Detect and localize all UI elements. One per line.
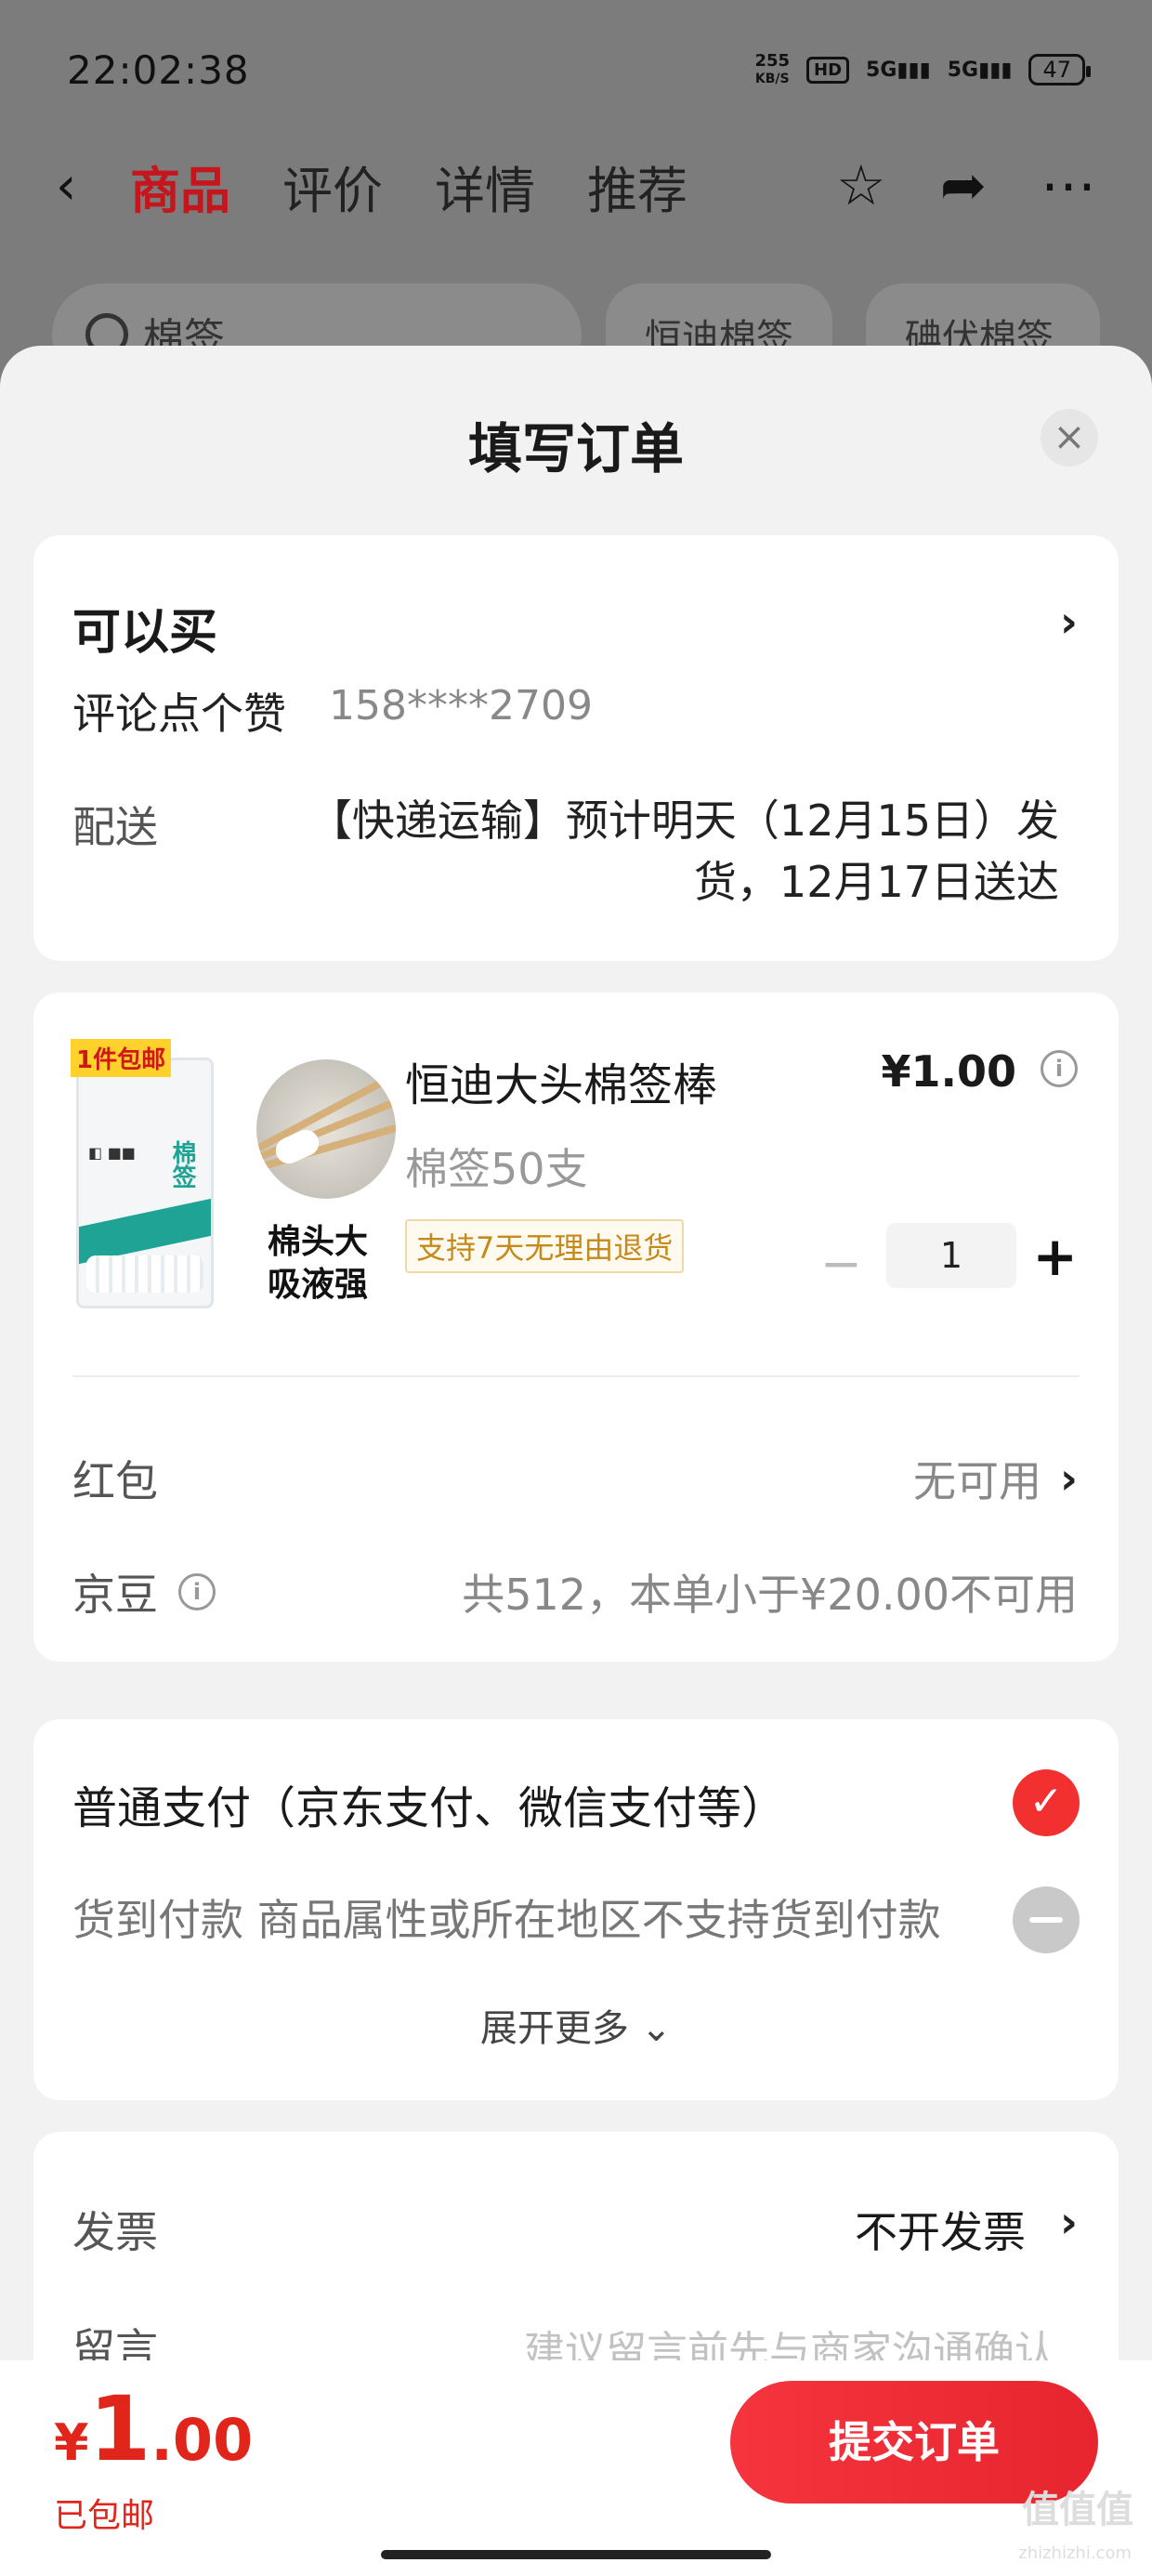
home-indicator[interactable] [381, 2550, 771, 2559]
tab-reviews[interactable]: 评价 [282, 150, 383, 223]
jingdou-label: 京豆 [72, 1570, 158, 1620]
tab-details[interactable]: 详情 [435, 150, 535, 223]
total-integer: 1 [88, 2377, 151, 2481]
speed-value: 255 [754, 50, 791, 71]
checkout-bar: ¥1.00 已包邮 提交订单 值值值 zhizhizhi.com [0, 2360, 1152, 2576]
signal1-label: 5G [866, 58, 897, 82]
order-total: ¥1.00 [54, 2377, 253, 2481]
redpacket-value: 无可用 [913, 1456, 1042, 1506]
chevron-right-icon[interactable]: › [1060, 2197, 1078, 2247]
quantity-value[interactable]: 1 [886, 1223, 1016, 1288]
signal2-label: 5G [947, 58, 979, 82]
image-caption: 棉头大 吸液强 [268, 1221, 368, 1307]
share-icon[interactable]: ➦ [940, 153, 987, 218]
divider [72, 1375, 1080, 1377]
currency-symbol: ¥ [54, 2413, 89, 2472]
product-price: ¥1.00 [881, 1046, 1016, 1097]
network-speed: 255 KB/S [754, 50, 791, 87]
top-nav: ‹ 商品 评价 详情 推荐 ☆ ➦ ⋯ [0, 139, 1152, 232]
package-stripe [79, 1198, 211, 1265]
order-sheet: 填写订单 × 可以买 › 评论点个赞 158****2709 配送 【快递运输】… [0, 346, 1152, 2576]
payment-option-normal[interactable]: 普通支付（京东支付、微信支付等） [72, 1771, 786, 1836]
free-shipping-badge: 1件包邮 [71, 1039, 172, 1077]
clock: 22:02:38 [67, 46, 250, 93]
close-button[interactable]: × [1041, 409, 1098, 467]
info-icon[interactable]: i [1041, 1050, 1078, 1087]
quantity-increase-button[interactable]: + [1032, 1225, 1078, 1288]
recipient-phone: 158****2709 [329, 682, 593, 729]
watermark: 值值值 [1022, 2489, 1133, 2531]
delivery-label: 配送 [72, 802, 158, 852]
info-icon[interactable]: i [178, 1573, 216, 1610]
chevron-right-icon: › [1060, 1453, 1078, 1504]
check-icon[interactable]: ✓ [1013, 1769, 1080, 1836]
more-icon[interactable]: ⋯ [1041, 153, 1096, 218]
sheet-title: 填写订单 [467, 417, 684, 480]
chevron-right-icon: › [1060, 597, 1078, 647]
address-card[interactable]: 可以买 › 评论点个赞 158****2709 配送 【快递运输】预计明天（12… [33, 535, 1119, 961]
quantity-decrease-button[interactable]: − [820, 1234, 862, 1293]
payment-card: 普通支付（京东支付、微信支付等） ✓ 货到付款 商品属性或所在地区不支持货到付款… [33, 1719, 1119, 2100]
star-icon[interactable]: ☆ [836, 153, 886, 218]
signal-icon: 5G▮▮▮ [866, 58, 931, 82]
watermark-url: zhizhizhi.com [1018, 2543, 1132, 2563]
image-caption-line2: 吸液强 [268, 1266, 369, 1304]
package-cotton [86, 1255, 203, 1293]
swab-closeup [256, 1059, 396, 1199]
return-policy-tag: 支持7天无理由退货 [405, 1219, 685, 1273]
invoice-label: 发票 [72, 2207, 158, 2257]
status-icons: 255 KB/S HD 5G▮▮▮ 5G▮▮▮ 47 [754, 50, 1091, 87]
disabled-icon [1013, 1886, 1080, 1953]
recipient-address: 评论点个赞 [72, 689, 286, 739]
nav-actions: ☆ ➦ ⋯ [836, 153, 1096, 218]
payment-option-cod: 货到付款 商品属性或所在地区不支持货到付款 [72, 1895, 941, 1945]
package-illustration: ◧ ■■ 棉签 [76, 1058, 214, 1308]
delivery-text: 【快递运输】预计明天（12月15日）发货，12月17日送达 [308, 795, 1059, 907]
package-brand: 棉签 [168, 1140, 196, 1189]
total-decimal: .00 [151, 2406, 254, 2474]
product-image: ◧ ■■ 棉签 1件包邮 棉头大 吸液强 [71, 1039, 405, 1318]
expand-more-button[interactable]: 展开更多 ⌄ [33, 1998, 1119, 2052]
invoice-value[interactable]: 不开发票 [855, 2199, 1026, 2260]
jingdou-value: 共512，本单小于¥20.00不可用 [462, 1570, 1078, 1620]
battery-icon: 47 [1028, 54, 1091, 85]
back-icon[interactable]: ‹ [56, 156, 130, 217]
speed-unit: KB/S [754, 71, 790, 86]
signal-icon-2: 5G▮▮▮ [947, 58, 1013, 82]
product-spec: 棉签50支 [405, 1144, 588, 1194]
hd-icon: HD [806, 56, 850, 84]
jingdou-row: 京豆 i 共512，本单小于¥20.00不可用 [72, 1561, 1078, 1623]
product-title[interactable]: 恒迪大头棉签棒 [405, 1048, 717, 1113]
shipping-note: 已包邮 [54, 2497, 155, 2535]
status-bar: 22:02:38 255 KB/S HD 5G▮▮▮ 5G▮▮▮ 47 [0, 0, 1152, 139]
package-logo: ◧ ■■ [88, 1144, 136, 1162]
recipient-name: 可以买 [72, 605, 218, 661]
redpacket-row[interactable]: 红包 无可用 › [72, 1448, 1078, 1509]
image-caption-line1: 棉头大 [268, 1223, 369, 1261]
tab-goods[interactable]: 商品 [130, 150, 230, 223]
product-card: ◧ ■■ 棉签 1件包邮 棉头大 吸液强 恒迪大头棉签棒 棉签50支 支持7天无… [33, 992, 1119, 1662]
tab-recommend[interactable]: 推荐 [587, 150, 687, 223]
redpacket-label: 红包 [72, 1456, 158, 1506]
